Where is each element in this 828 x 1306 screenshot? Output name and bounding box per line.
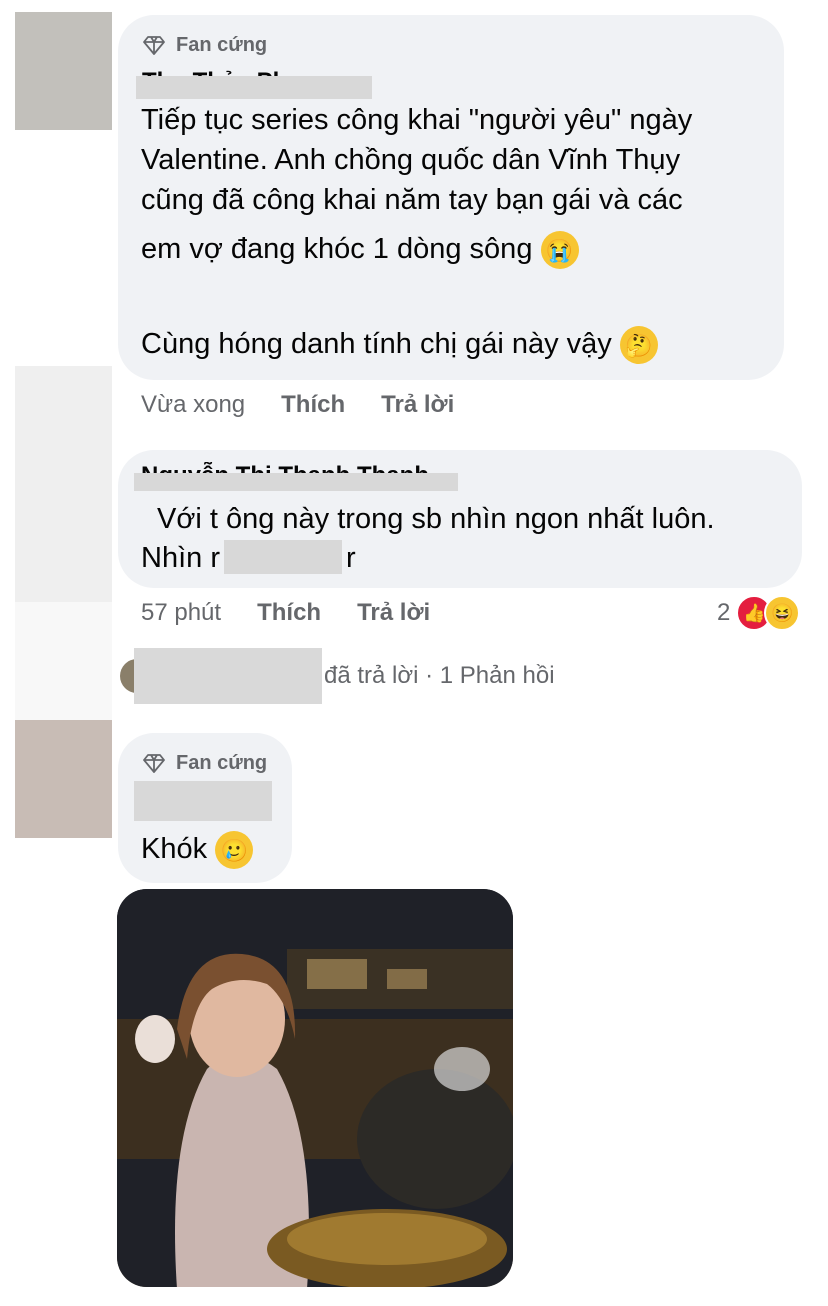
comment-text-line: em vợ đang khóc 1 dòng sông 😭	[141, 229, 579, 270]
badge-label: Fan cứng	[176, 751, 268, 774]
timestamp[interactable]: Vừa xong	[141, 391, 245, 419]
avatar-shadow	[15, 602, 112, 720]
fan-badge: Fan cứng	[142, 751, 267, 775]
haha-reaction-icon: 😆	[764, 595, 801, 631]
comment-actions: Vừa xong Thích Trả lời	[141, 391, 454, 419]
like-button[interactable]: Thích	[281, 391, 345, 419]
reply-summary-text[interactable]: đã trả lời · 1 Phản hồi	[324, 662, 555, 690]
comment-text-line: Khók 🥲	[141, 829, 254, 870]
comment-text: Nhìn r	[141, 542, 220, 574]
comment-text-line: Valentine. Anh chồng quốc dân Vĩnh Thụy	[141, 144, 681, 176]
diamond-icon	[143, 36, 165, 55]
sad-tear-emoji-icon: 🥲	[215, 831, 254, 870]
reply-summary[interactable]: đã trả lời · 1 Phản hồi	[120, 648, 555, 704]
comment-text-line: Tiếp tục series công khai "người yêu" ng…	[141, 104, 693, 136]
like-button[interactable]: Thích	[257, 599, 321, 627]
comment-text: Khók	[141, 833, 208, 865]
name-censor	[136, 76, 372, 99]
fan-badge: Fan cứng	[142, 33, 267, 57]
avatar[interactable]	[15, 720, 112, 838]
comment-text: Cùng hóng danh tính chị gái này vậy	[141, 328, 612, 360]
comment-text: em vợ đang khóc 1 dòng sông	[141, 233, 533, 265]
avatar[interactable]	[15, 366, 112, 602]
diamond-icon	[143, 754, 165, 773]
reply-button[interactable]: Trả lời	[381, 391, 454, 419]
name-censor	[134, 781, 272, 821]
comment-actions: 57 phút Thích Trả lời	[141, 599, 430, 627]
reply-button[interactable]: Trả lời	[357, 599, 430, 627]
avatar[interactable]	[15, 12, 112, 130]
name-censor	[134, 648, 322, 704]
photo-illustration	[117, 889, 513, 1287]
badge-label: Fan cứng	[176, 33, 268, 56]
comment-photo[interactable]	[117, 889, 513, 1287]
comment-text-end: r	[346, 542, 356, 574]
reaction-count: 2	[717, 599, 731, 626]
comment-text-line: cũng đã công khai năm tay bạn gái và các	[141, 184, 683, 216]
thinking-emoji-icon: 🤔	[619, 326, 658, 365]
comment-text-line: Với t ông này trong sb nhìn ngon nhất lu…	[157, 503, 715, 535]
name-censor	[134, 473, 458, 491]
comment-text-line: Nhìn r	[141, 538, 220, 579]
timestamp[interactable]: 57 phút	[141, 599, 221, 627]
reaction-summary[interactable]: 2 👍 😆	[717, 595, 801, 631]
crying-emoji-icon: 😭	[540, 231, 579, 270]
text-censor	[224, 540, 342, 574]
comment-text-line: Cùng hóng danh tính chị gái này vậy 🤔	[141, 324, 658, 365]
